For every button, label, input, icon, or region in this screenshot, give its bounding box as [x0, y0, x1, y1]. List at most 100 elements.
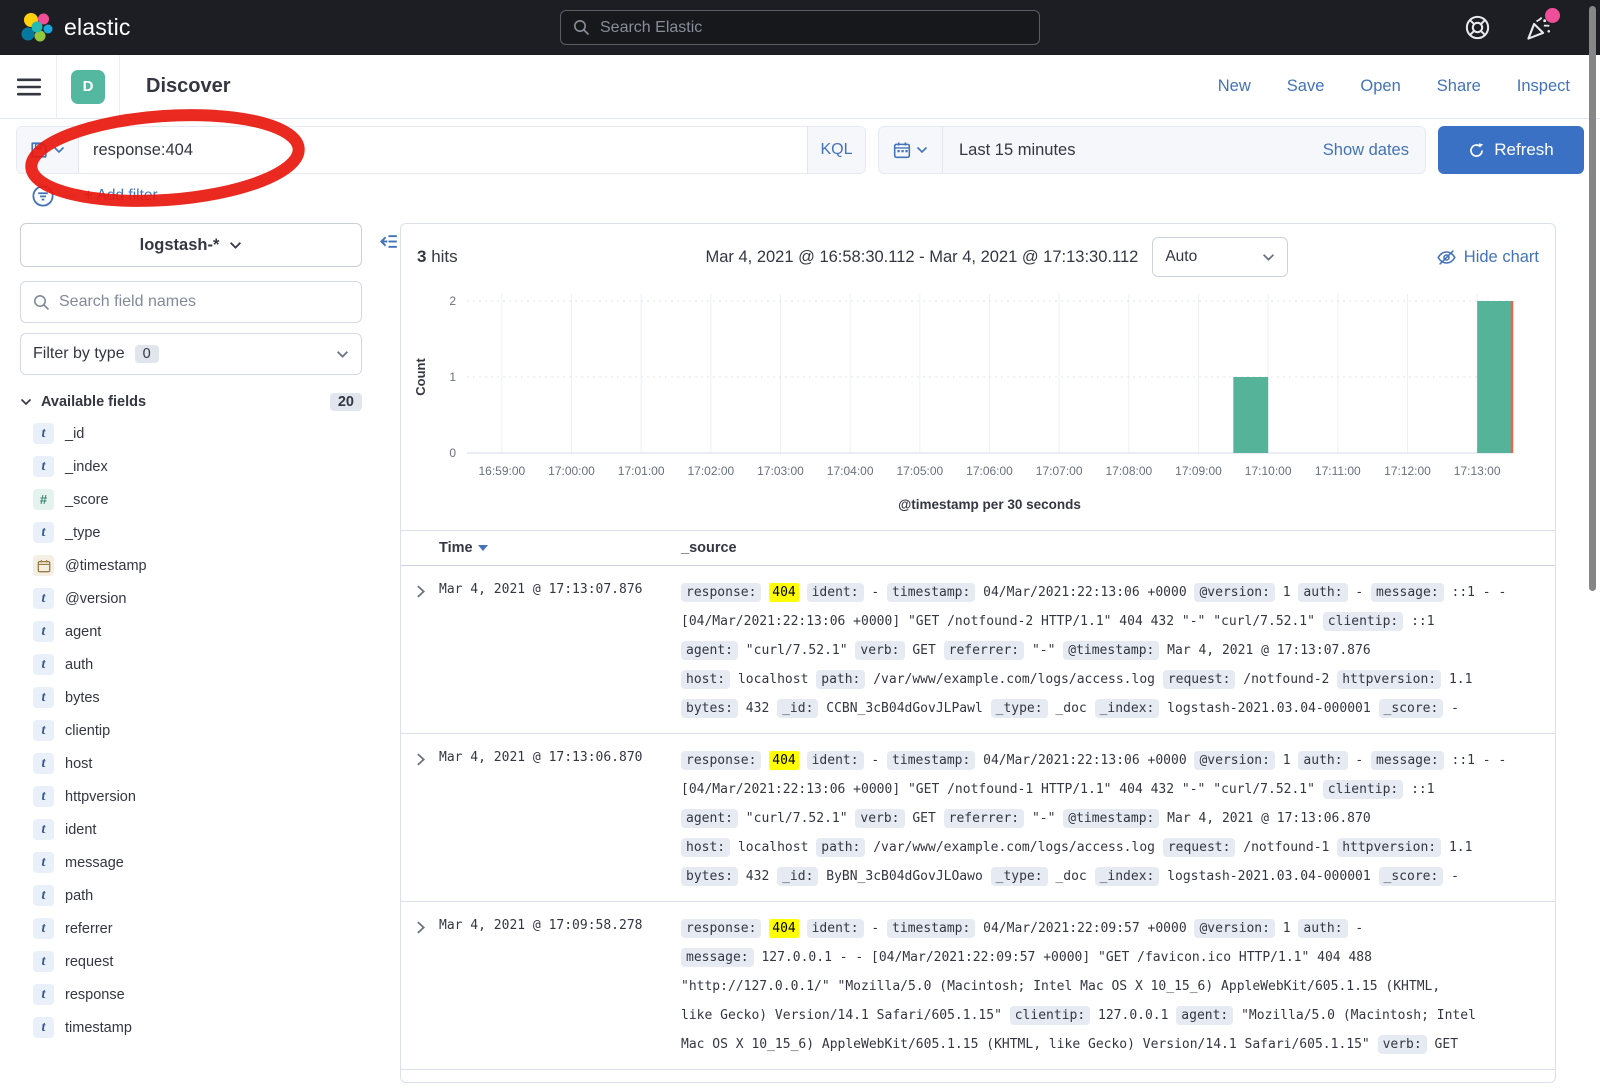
time-range-quick-value[interactable]: Last 15 minutes	[943, 141, 1075, 160]
svg-text:0: 0	[449, 446, 456, 460]
field-value: 1	[1283, 921, 1291, 936]
hide-chart-button[interactable]: Hide chart	[1437, 248, 1539, 267]
field-value: 04/Mar/2021:22:13:06 +0000	[983, 585, 1187, 600]
brand-name: elastic	[64, 14, 131, 41]
help-icon[interactable]	[1465, 15, 1490, 40]
histogram-chart[interactable]: 16:59:0017:00:0017:01:0017:02:0017:03:00…	[401, 285, 1555, 524]
field-value: -	[871, 921, 879, 936]
discover-app-badge[interactable]: D	[71, 70, 105, 104]
page-scrollbar[interactable]	[1589, 6, 1596, 591]
field-item-auth[interactable]: tauth	[20, 648, 380, 681]
field-item-_index[interactable]: t_index	[20, 450, 380, 483]
field-type-string-icon: t	[33, 1017, 54, 1038]
global-search-input[interactable]: Search Elastic	[560, 10, 1040, 45]
time-column-header[interactable]: Time	[439, 540, 681, 556]
discover-main-panel: 3 hits Mar 4, 2021 @ 16:58:30.112 - Mar …	[400, 223, 1556, 1083]
news-party-popper-icon[interactable]	[1526, 15, 1552, 41]
svg-text:17:04:00: 17:04:00	[827, 464, 874, 478]
field-name: _type	[65, 525, 100, 541]
available-fields-header[interactable]: Available fields 20	[20, 393, 380, 411]
inspect-button[interactable]: Inspect	[1517, 77, 1570, 96]
field-value: 1.1	[1449, 672, 1472, 687]
field-value: 432	[746, 869, 769, 884]
field-label-badge: @version:	[1194, 919, 1274, 938]
field-item-ident[interactable]: tident	[20, 813, 380, 846]
date-picker-calendar-button[interactable]	[879, 127, 943, 173]
field-item-timestamp[interactable]: ttimestamp	[20, 1011, 380, 1044]
field-label-badge: _score:	[1379, 699, 1444, 718]
field-item-agent[interactable]: tagent	[20, 615, 380, 648]
field-item-@timestamp[interactable]: @timestamp	[20, 549, 380, 582]
svg-text:17:06:00: 17:06:00	[966, 464, 1013, 478]
new-button[interactable]: New	[1218, 77, 1251, 96]
field-item-_score[interactable]: #_score	[20, 483, 380, 516]
expand-row-icon[interactable]	[414, 584, 427, 723]
svg-text:2: 2	[449, 294, 456, 308]
hamburger-menu-icon[interactable]	[16, 76, 42, 98]
highlighted-value: 404	[769, 751, 798, 770]
field-item-@version[interactable]: t@version	[20, 582, 380, 615]
open-button[interactable]: Open	[1360, 77, 1400, 96]
field-item-bytes[interactable]: tbytes	[20, 681, 380, 714]
collapse-sidebar-icon[interactable]	[379, 233, 398, 250]
field-label-badge: auth:	[1298, 583, 1347, 602]
filter-by-type-label: Filter by type	[33, 345, 125, 363]
field-item-httpversion[interactable]: thttpversion	[20, 780, 380, 813]
field-search-input[interactable]: Search field names	[20, 281, 362, 323]
field-label-badge: _type:	[991, 699, 1048, 718]
expand-row-icon[interactable]	[414, 752, 427, 891]
field-item-host[interactable]: thost	[20, 747, 380, 780]
sort-desc-icon	[478, 545, 488, 551]
field-label-badge: @version:	[1194, 751, 1274, 770]
field-label-badge: httpversion:	[1337, 838, 1441, 857]
expand-row-icon[interactable]	[414, 920, 427, 1059]
query-input[interactable]: response:404	[79, 127, 807, 173]
histogram-interval-select[interactable]: Auto	[1152, 237, 1288, 277]
field-label-badge: auth:	[1298, 751, 1347, 770]
notification-dot	[1545, 8, 1560, 23]
page-title: Discover	[146, 75, 231, 98]
field-item-message[interactable]: tmessage	[20, 846, 380, 879]
row-source: response: 404 ident: - timestamp: 04/Mar…	[681, 578, 1555, 723]
elastic-logo-group[interactable]: elastic	[20, 12, 131, 44]
field-item-response[interactable]: tresponse	[20, 978, 380, 1011]
svg-text:17:01:00: 17:01:00	[618, 464, 665, 478]
refresh-button[interactable]: Refresh	[1438, 126, 1584, 174]
field-value: 127.0.0.1	[1098, 1008, 1168, 1023]
field-value: 1	[1283, 585, 1291, 600]
field-label-badge: timestamp:	[887, 583, 975, 602]
filter-circle-icon[interactable]	[32, 185, 54, 207]
add-filter-button[interactable]: + Add filter	[84, 187, 158, 205]
field-item-_id[interactable]: t_id	[20, 417, 380, 450]
query-language-button[interactable]: KQL	[807, 127, 865, 173]
field-type-string-icon: t	[33, 852, 54, 873]
field-item-_type[interactable]: t_type	[20, 516, 380, 549]
field-value: "curl/7.52.1"	[746, 811, 848, 826]
show-dates-button[interactable]: Show dates	[1323, 141, 1425, 160]
field-label-badge: referrer:	[944, 641, 1024, 660]
field-search-placeholder: Search field names	[59, 293, 196, 311]
field-value: "http://127.0.0.1/" "Mozilla/5.0 (Macint…	[681, 979, 1440, 994]
field-item-request[interactable]: trequest	[20, 945, 380, 978]
field-name: _index	[65, 459, 108, 475]
index-pattern-select[interactable]: logstash-*	[20, 223, 362, 267]
field-name: referrer	[65, 921, 113, 937]
field-value: /var/www/example.com/logs/access.log	[873, 840, 1155, 855]
field-name: agent	[65, 624, 101, 640]
field-type-string-icon: t	[33, 885, 54, 906]
divider	[63, 195, 75, 197]
field-item-clientip[interactable]: tclientip	[20, 714, 380, 747]
field-value: "Mozilla/5.0 (Macintosh; Intel	[1241, 1008, 1476, 1023]
share-button[interactable]: Share	[1437, 77, 1481, 96]
field-label-badge: _id:	[777, 699, 818, 718]
field-label-badge: response:	[681, 919, 761, 938]
elastic-logo-icon	[20, 12, 54, 44]
filter-by-type-select[interactable]: Filter by type 0	[20, 333, 362, 375]
save-button[interactable]: Save	[1287, 77, 1325, 96]
field-value: 1	[1283, 753, 1291, 768]
field-value: Mar 4, 2021 @ 17:13:06.870	[1167, 811, 1371, 826]
field-item-path[interactable]: tpath	[20, 879, 380, 912]
saved-query-menu-button[interactable]	[17, 127, 79, 173]
field-type-string-icon: t	[33, 588, 54, 609]
field-item-referrer[interactable]: treferrer	[20, 912, 380, 945]
